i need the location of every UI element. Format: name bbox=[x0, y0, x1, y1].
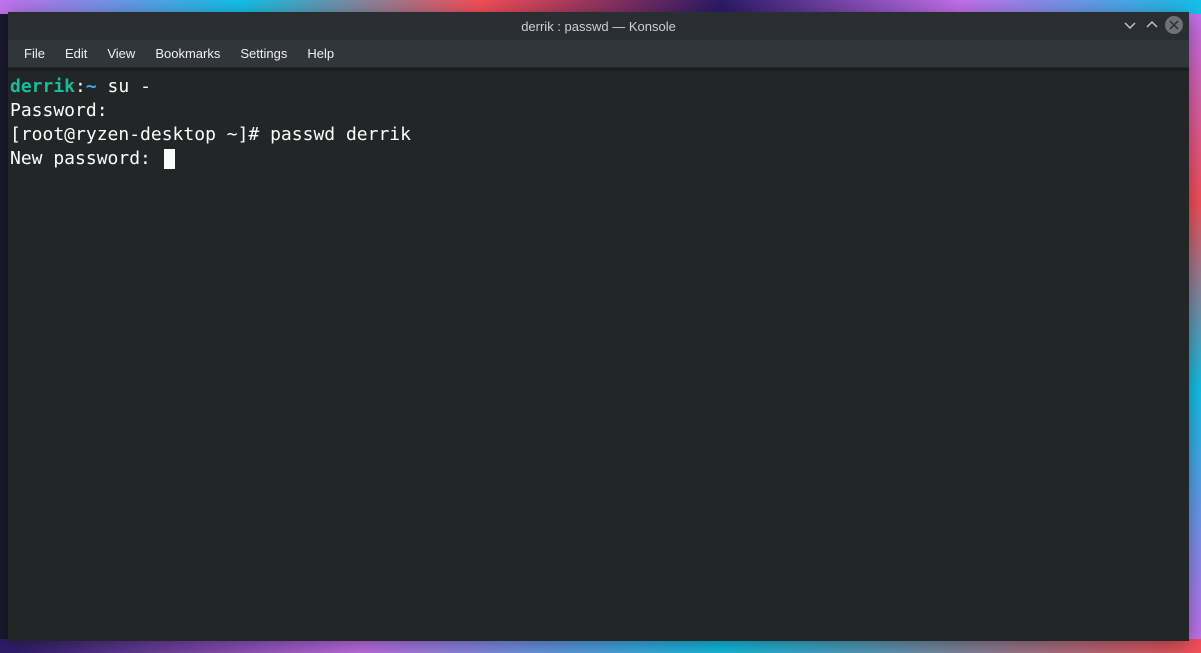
menu-settings[interactable]: Settings bbox=[230, 42, 297, 65]
menu-view[interactable]: View bbox=[97, 42, 145, 65]
window-controls bbox=[1121, 16, 1183, 34]
konsole-window: derrik : passwd — Konsole File Edit View… bbox=[8, 12, 1189, 641]
menu-file[interactable]: File bbox=[14, 42, 55, 65]
password-prompt: Password: bbox=[10, 100, 118, 121]
new-password-prompt: New password: bbox=[10, 148, 162, 169]
terminal-cursor bbox=[164, 149, 175, 169]
menubar: File Edit View Bookmarks Settings Help bbox=[8, 40, 1189, 68]
chevron-down-icon bbox=[1123, 18, 1137, 32]
menu-edit[interactable]: Edit bbox=[55, 42, 97, 65]
titlebar[interactable]: derrik : passwd — Konsole bbox=[8, 12, 1189, 40]
maximize-button[interactable] bbox=[1143, 16, 1161, 34]
prompt-path: ~ bbox=[86, 76, 97, 97]
command-passwd: passwd derrik bbox=[270, 124, 411, 145]
close-icon bbox=[1169, 20, 1179, 30]
prompt-user: derrik bbox=[10, 76, 75, 97]
desktop-wallpaper-right bbox=[1188, 14, 1201, 639]
chevron-up-icon bbox=[1145, 18, 1159, 32]
close-button[interactable] bbox=[1165, 16, 1183, 34]
command-su: su - bbox=[97, 76, 151, 97]
prompt-sep: : bbox=[75, 76, 86, 97]
terminal-area[interactable]: derrik:~ su - Password: [root@ryzen-desk… bbox=[8, 68, 1189, 641]
menu-bookmarks[interactable]: Bookmarks bbox=[145, 42, 230, 65]
root-prompt: [root@ryzen-desktop ~]# bbox=[10, 124, 270, 145]
menu-help[interactable]: Help bbox=[297, 42, 344, 65]
desktop-wallpaper-bottom bbox=[0, 639, 1201, 653]
window-title: derrik : passwd — Konsole bbox=[521, 19, 676, 34]
minimize-button[interactable] bbox=[1121, 16, 1139, 34]
